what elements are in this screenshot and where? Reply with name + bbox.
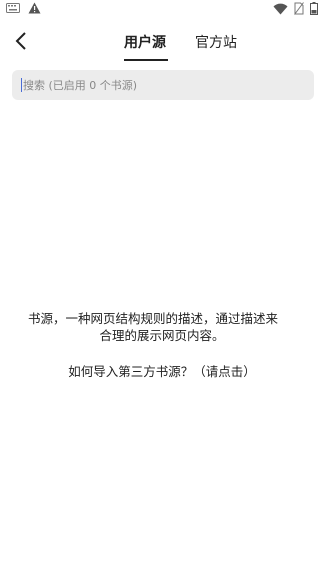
status-right bbox=[273, 2, 318, 15]
text-cursor bbox=[21, 78, 22, 92]
empty-state-message: 书源，一种网页结构规则的描述，通过描述来 合理的展示网页内容。 bbox=[0, 310, 324, 344]
search-input[interactable] bbox=[23, 70, 303, 100]
empty-state-line-1: 书源，一种网页结构规则的描述，通过描述来 bbox=[28, 311, 279, 326]
back-button[interactable] bbox=[8, 30, 34, 56]
import-help-link[interactable]: 如何导入第三方书源？（请点击） bbox=[0, 361, 324, 380]
top-bar: 用户源 官方站 bbox=[0, 28, 324, 64]
tab-indicator bbox=[124, 59, 168, 61]
battery-icon bbox=[310, 2, 318, 15]
wifi-icon bbox=[273, 3, 288, 15]
chevron-left-icon bbox=[14, 31, 28, 55]
empty-state-line-2: 合理的展示网页内容。 bbox=[99, 328, 225, 343]
status-bar bbox=[0, 0, 324, 18]
keyboard-icon bbox=[6, 3, 20, 13]
search-box[interactable] bbox=[12, 70, 314, 100]
tab-official-sources[interactable]: 官方站 bbox=[195, 32, 237, 52]
no-sim-icon bbox=[294, 2, 304, 15]
warning-icon bbox=[28, 2, 41, 14]
status-left bbox=[6, 2, 41, 14]
tab-user-sources[interactable]: 用户源 bbox=[124, 32, 166, 52]
